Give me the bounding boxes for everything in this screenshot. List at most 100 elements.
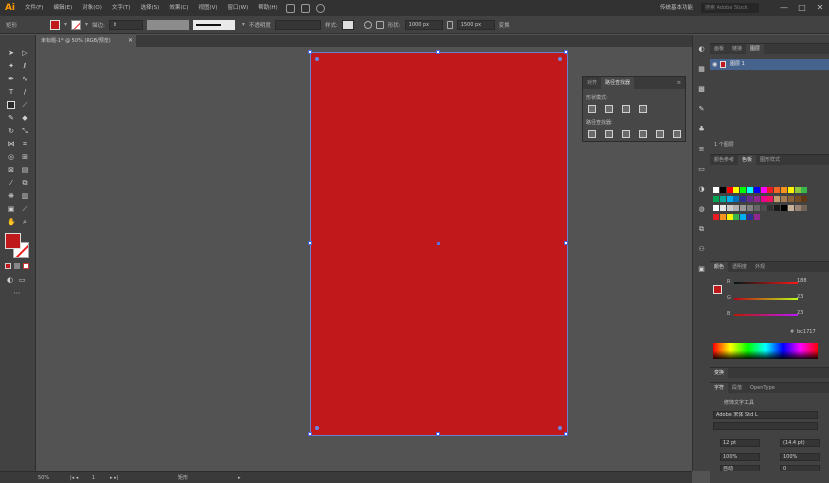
hand-tool-icon[interactable]: ✋ — [7, 218, 16, 226]
maximize-button[interactable]: □ — [797, 3, 807, 13]
slice-tool-icon[interactable]: ⟋ — [21, 205, 29, 213]
fill-swatch[interactable] — [50, 19, 60, 30]
opacity-label[interactable]: 不透明度 — [249, 21, 271, 29]
rectangle-tool-icon[interactable] — [7, 101, 15, 109]
eye-icon[interactable]: ◉ — [712, 59, 717, 70]
touch-type-tool-label[interactable]: 修饰文字工具 — [724, 399, 754, 406]
scale-tool-icon[interactable]: ⤡ — [21, 127, 29, 135]
tab-align[interactable]: 对齐 — [583, 77, 601, 89]
color-swatch[interactable] — [781, 205, 787, 211]
color-swatch[interactable] — [787, 196, 794, 202]
arrange-documents-icon[interactable] — [300, 3, 310, 13]
unite-icon[interactable] — [588, 105, 596, 113]
zoom-level[interactable]: 50% — [38, 472, 49, 483]
merge-icon[interactable] — [622, 130, 630, 138]
width-tool-icon[interactable]: ⋈ — [7, 140, 15, 148]
red-value[interactable]: 188 — [797, 278, 807, 284]
color-swatch[interactable] — [801, 196, 808, 202]
color-swatch[interactable] — [760, 187, 767, 193]
draw-mode-icon[interactable]: ◐ — [6, 276, 14, 284]
selected-rectangle[interactable] — [308, 50, 568, 436]
layer-name[interactable]: 图层 1 — [730, 59, 745, 70]
color-swatch[interactable] — [726, 214, 733, 220]
pen-tool-icon[interactable]: ✒ — [7, 75, 15, 83]
paintbrush-tool-icon[interactable]: ⟋ — [21, 101, 29, 109]
gradient-tool-icon[interactable]: ▤ — [21, 166, 29, 174]
color-swatch[interactable] — [740, 214, 747, 220]
gradient-icon[interactable]: ▭ — [697, 165, 706, 174]
live-corner-widget[interactable] — [558, 426, 562, 430]
color-swatch[interactable] — [794, 196, 801, 202]
color-swatch[interactable] — [787, 187, 794, 193]
color-swatch[interactable] — [794, 205, 801, 211]
tab-opentype[interactable]: OpenType — [746, 383, 779, 394]
color-swatch[interactable] — [733, 196, 740, 202]
edit-toolbar-icon[interactable]: ⋯ — [13, 289, 21, 297]
color-swatch[interactable] — [713, 205, 719, 211]
horizontal-scale-field[interactable]: 100% — [780, 453, 820, 461]
symbols-icon[interactable]: ♣ — [697, 125, 706, 134]
leading-field[interactable]: (14.4 pt) — [780, 439, 820, 447]
green-slider[interactable] — [734, 298, 798, 300]
graphic-styles-icon[interactable]: ⧉ — [697, 225, 706, 234]
color-swatch[interactable] — [787, 205, 794, 211]
color-swatch[interactable] — [801, 187, 808, 193]
curvature-tool-icon[interactable]: ∿ — [21, 75, 29, 83]
color-swatch[interactable] — [794, 187, 801, 193]
menu-edit[interactable]: 编辑(E) — [48, 0, 77, 16]
font-style-field[interactable] — [713, 422, 818, 430]
stroke-weight-field[interactable]: ⇕ — [108, 19, 143, 30]
rotate-tool-icon[interactable]: ↻ — [7, 127, 15, 135]
links-icon[interactable]: ⚇ — [697, 245, 706, 254]
height-field[interactable]: 1500 px — [456, 19, 495, 30]
color-swatch[interactable] — [774, 205, 781, 211]
color-swatch[interactable] — [719, 196, 726, 202]
color-guide-icon[interactable]: ◐ — [697, 45, 706, 54]
minus-front-icon[interactable] — [605, 105, 613, 113]
outline-icon[interactable] — [656, 130, 664, 138]
direct-selection-tool-icon[interactable]: ▷ — [21, 49, 29, 57]
bounding-box-handle[interactable] — [308, 241, 312, 245]
zoom-tool-icon[interactable]: ⌕ — [21, 218, 29, 226]
bounding-box-handle[interactable] — [564, 432, 568, 436]
color-swatch[interactable] — [713, 214, 719, 220]
color-swatch[interactable] — [767, 196, 774, 202]
menu-window[interactable]: 窗口(W) — [223, 0, 254, 16]
lasso-tool-icon[interactable]: ℓ — [21, 62, 29, 70]
color-mode-icon[interactable] — [5, 263, 11, 269]
symbol-sprayer-tool-icon[interactable]: ❋ — [7, 192, 15, 200]
line-segment-tool-icon[interactable]: / — [21, 88, 29, 96]
workspace-switcher[interactable]: 传统基本功能 — [660, 2, 693, 14]
tab-artboards[interactable]: 画板 — [710, 44, 728, 55]
app-logo[interactable]: Ai — [0, 0, 20, 16]
swatches-icon[interactable]: ▩ — [697, 85, 706, 94]
brushes-icon[interactable]: ✎ — [697, 105, 706, 114]
shaper-tool-icon[interactable]: ✎ — [7, 114, 15, 122]
perspective-grid-tool-icon[interactable]: ⊞ — [21, 153, 29, 161]
artboards-icon[interactable]: ▣ — [697, 265, 706, 274]
blue-value[interactable]: 23 — [797, 310, 803, 316]
constrain-proportions-icon[interactable] — [446, 20, 453, 29]
color-swatch[interactable] — [774, 187, 781, 193]
stock-search-input[interactable]: 搜索 Adobe Stock — [701, 3, 759, 13]
minus-back-icon[interactable] — [673, 130, 681, 138]
menu-effect[interactable]: 效果(C) — [164, 0, 193, 16]
color-swatch[interactable] — [719, 205, 726, 211]
live-corner-widget[interactable] — [558, 57, 562, 61]
color-swatch[interactable] — [719, 187, 726, 193]
color-swatch[interactable] — [767, 187, 774, 193]
close-button[interactable]: ✕ — [815, 3, 825, 13]
color-swatch[interactable] — [774, 196, 781, 202]
width-field[interactable]: 1000 px — [404, 19, 443, 30]
color-swatch[interactable] — [760, 205, 767, 211]
artboard-number[interactable]: 1 — [92, 472, 95, 483]
graphic-style-picker[interactable] — [341, 19, 354, 30]
color-swatch[interactable] — [747, 214, 753, 220]
color-swatch[interactable] — [719, 214, 726, 220]
exclude-icon[interactable] — [639, 105, 647, 113]
menu-select[interactable]: 选择(S) — [136, 0, 165, 16]
blend-tool-icon[interactable]: ⧉ — [21, 179, 29, 187]
crop-icon[interactable] — [639, 130, 647, 138]
panel-menu-icon[interactable]: ≡ — [673, 77, 685, 89]
mesh-tool-icon[interactable]: ⊠ — [7, 166, 15, 174]
